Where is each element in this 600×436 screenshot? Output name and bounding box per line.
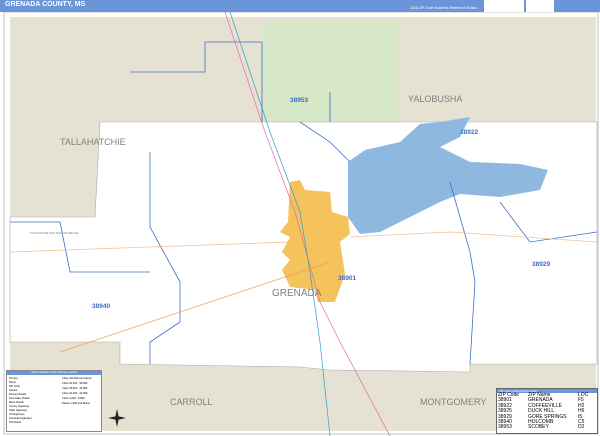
map-title: GRENADA COUNTY, MS — [5, 1, 86, 8]
legend-item: State Highways — [9, 409, 28, 412]
legend-item: Secondary Roads — [9, 397, 30, 400]
legend-item: Interstate Highways — [9, 417, 32, 420]
zip-index-table: ZIP Code Index/Grid Locator ZIP Code ZIP … — [496, 388, 598, 434]
legend-title: 2026 Grenada County ZIP Map Legend — [7, 371, 101, 375]
brand-logo-secondary — [526, 0, 554, 12]
legend-city-type: Cities 50,000 - 99,999 — [62, 382, 88, 385]
legend-city-type: Cities 1,000 - 9,999 — [62, 397, 85, 400]
zip-label-38929: 38929 — [532, 261, 550, 268]
legend-city-type: Cities 25,000 - 49,999 — [62, 387, 88, 390]
county-label-tallahatchie: TALLAHATCHIE — [60, 137, 126, 147]
county-label-carroll: CARROLL — [170, 397, 213, 407]
city-label-grenada: GRENADA — [272, 288, 322, 299]
legend-item: Streets — [9, 389, 18, 392]
map-legend: 2026 Grenada County ZIP Map Legend Prima… — [6, 370, 102, 432]
legend-item: Primary — [9, 377, 18, 380]
legend-item: Toll Roads — [9, 421, 22, 424]
legend-item: ZIP Code — [9, 385, 20, 388]
legend-item: County Highways — [9, 405, 30, 408]
legend-city-type: Cities 10,000 - 24,999 — [62, 392, 88, 395]
legend-item: Ramp — [9, 381, 16, 384]
edition-label: 2026 ZIP Code Business Reference Edition — [410, 6, 478, 10]
legend-item: Minor Roads — [9, 401, 24, 404]
legend-city-type: Places 1,000 and Below — [62, 402, 90, 405]
legend-item: Primary Roads — [9, 393, 27, 396]
header-bar: GRENADA COUNTY, MS 2026 ZIP Code Busines… — [0, 0, 600, 12]
county-label-montgomery: MONTGOMERY — [420, 397, 486, 407]
zip-label-38953: 38953 — [290, 97, 308, 104]
county-label-yalobusha: YALOBUSHA — [408, 94, 462, 104]
zip-label-38940: 38940 — [92, 303, 110, 310]
zip-label-38901: 38901 — [338, 275, 356, 282]
refuge-label: TALLAHATCHIE NATL WILDLIFE REFUGE — [30, 232, 79, 235]
brand-logo — [484, 0, 524, 12]
table-row: 38953 SCOBEY D2 — [498, 424, 585, 431]
legend-city-type: Cities 100,000 and Above — [62, 377, 92, 380]
legend-item: US Highways — [9, 413, 25, 416]
zip-label-38922: 38922 — [460, 129, 478, 136]
